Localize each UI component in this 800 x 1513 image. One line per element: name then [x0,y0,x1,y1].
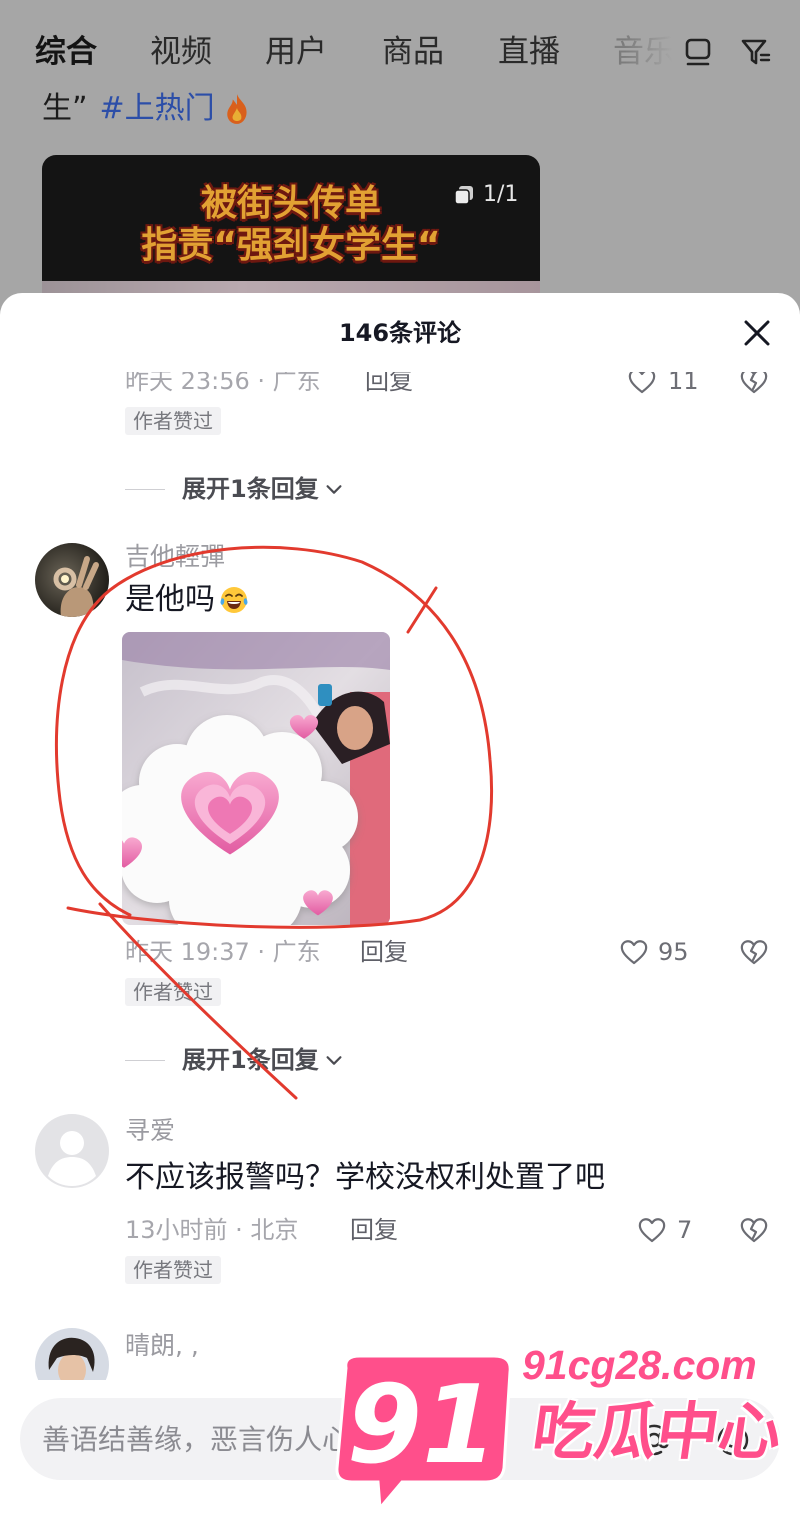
expand-replies-label: 展开1条回复 [182,475,319,503]
image-count: 1/1 [483,182,519,207]
like-count: 95 [658,938,689,966]
expand-replies-button[interactable]: 展开1条回复 [125,1044,345,1076]
search-results-background: 综合 视频 用户 商品 直播 音乐 生” #上热门 被街头传单 指责“强刭女学生… [0,0,800,330]
like-heart-icon[interactable] [626,372,658,397]
comment-list[interactable]: 昨天 23:56 · 广东 回复 11 作者赞过 展开1条回复 吉他輕彈 是他吗 [0,372,800,1380]
comment-input[interactable] [42,1398,622,1480]
at-mention-icon[interactable] [637,1423,671,1457]
comment-username[interactable]: 晴朗, , [125,1332,199,1360]
comment-time-location: 昨天 19:37 · 广东 [125,938,321,966]
tab-videos[interactable]: 视频 [150,33,212,71]
face-with-tears-of-joy-icon [220,587,248,613]
image-count-badge: 1/1 [453,181,518,209]
comment-photo [122,632,390,925]
dislike-icon[interactable] [738,936,770,968]
thumbnail-headline-2: 指责“强刭女学生“ [141,225,441,266]
comment-text: 不应该报警吗？学校没权利处置了吧 [125,1160,605,1196]
dislike-icon[interactable] [738,1214,770,1246]
tab-music[interactable]: 音乐 [613,33,675,71]
dislike-icon[interactable] [738,372,770,397]
comment-text-body: 是他吗 [125,582,215,617]
close-icon[interactable] [742,318,772,348]
chevron-down-icon [323,478,345,500]
reply-button[interactable]: 回复 [360,937,408,967]
expand-replies-label: 展开1条回复 [182,1046,319,1074]
comment-time-location: 13小时前 · 北京 [125,1216,299,1244]
author-liked-tag: 作者赞过 [125,1256,221,1284]
like-heart-icon[interactable] [636,1214,668,1246]
like-count: 11 [668,372,699,395]
comment-input-container[interactable] [20,1398,780,1480]
emoji-icon[interactable] [716,1423,750,1457]
author-liked-tag: 作者赞过 [125,978,221,1006]
avatar[interactable] [35,543,109,617]
default-avatar-icon[interactable] [35,1114,109,1188]
tab-users[interactable]: 用户 [265,33,327,71]
image-stack-icon [454,186,473,205]
comment-text-body: 不应该报警吗？学校没权利处置了吧 [125,1160,605,1195]
comment-username[interactable]: 寻爱 [125,1117,175,1145]
reply-button[interactable]: 回复 [350,1215,398,1245]
tab-live[interactable]: 直播 [498,33,560,71]
comment-username[interactable]: 吉他輕彈 [125,543,225,571]
layout-icon[interactable] [682,36,714,68]
divider-dash [125,488,165,490]
comment-time-location: 昨天 23:56 · 广东 [125,372,321,395]
caption-text: 生” [42,91,88,126]
comment-input-bar [0,1380,800,1513]
reply-button[interactable]: 回复 [365,372,413,396]
like-count: 7 [677,1216,693,1244]
comments-count-title: 146条评论 [338,319,462,347]
hashtag-link[interactable]: #上热门 [100,90,215,128]
tab-products[interactable]: 商品 [382,33,444,71]
comment-text: 是他吗 [125,582,249,618]
video-caption[interactable]: 生” #上热门 [42,90,253,128]
chevron-down-icon [323,1049,345,1071]
author-liked-tag: 作者赞过 [125,407,221,435]
fire-icon [226,94,247,124]
comment-image[interactable] [122,632,390,925]
divider-dash [125,1059,165,1061]
filter-icon[interactable] [740,36,772,68]
expand-replies-button[interactable]: 展开1条回复 [125,473,345,505]
avatar[interactable] [35,1328,109,1380]
like-heart-icon[interactable] [618,936,650,968]
tab-comprehensive[interactable]: 综合 [35,33,97,71]
